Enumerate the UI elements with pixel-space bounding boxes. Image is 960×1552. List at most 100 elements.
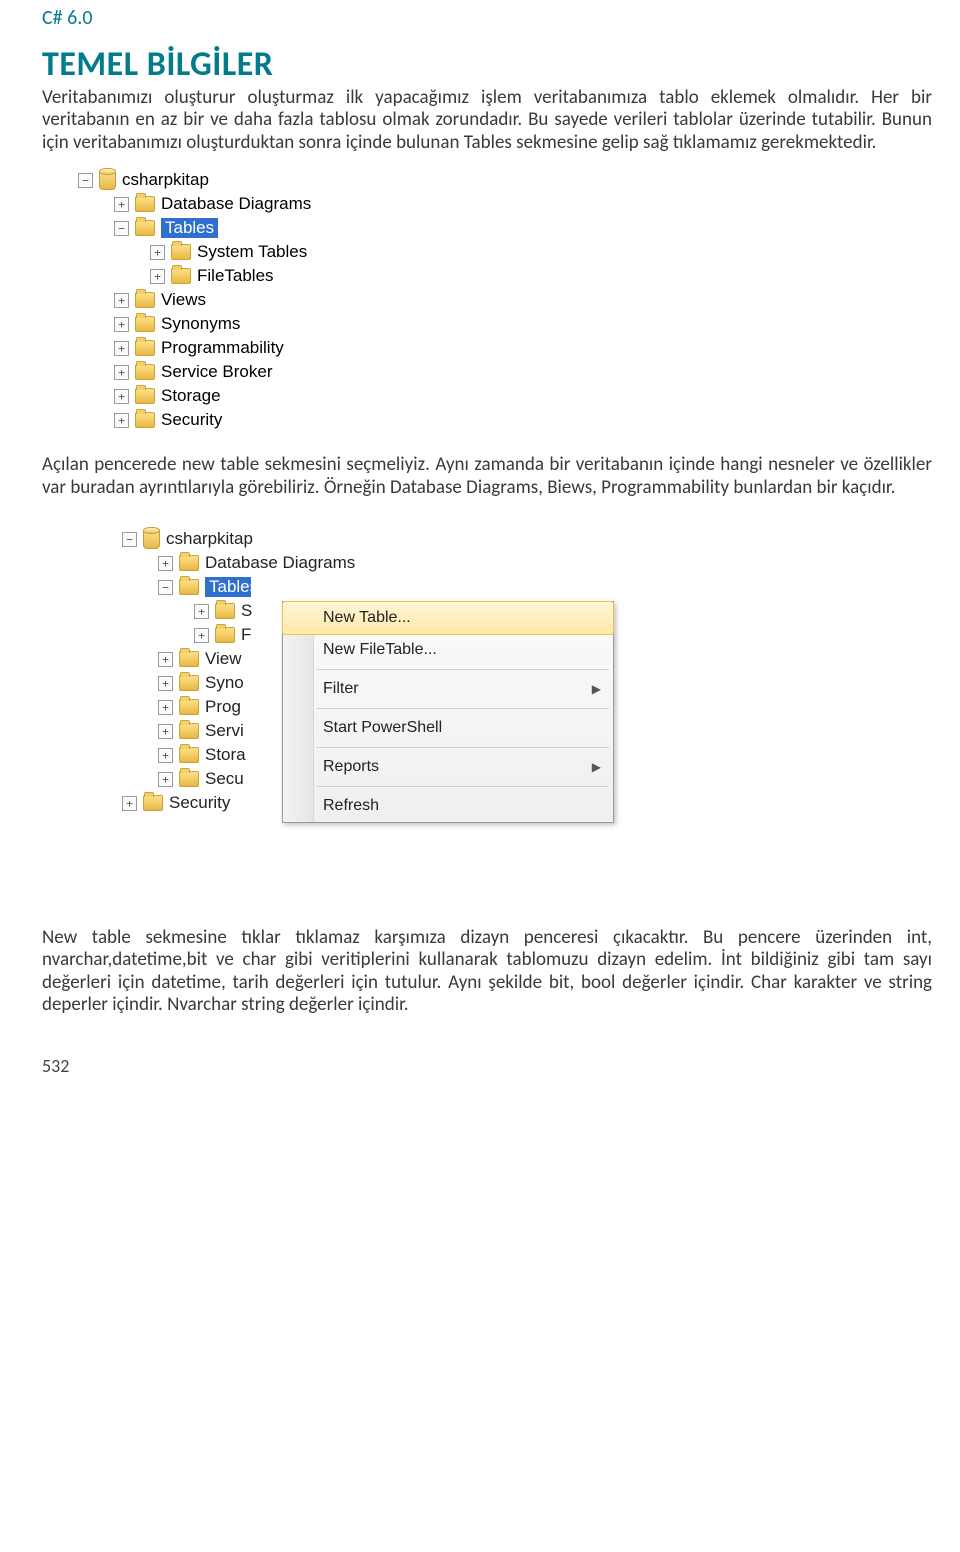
folder-icon (135, 340, 155, 356)
folder-icon (179, 771, 199, 787)
context-menu: New Table... New FileTable... Filter ▶ S… (282, 601, 614, 823)
tree-item-servicebroker[interactable]: + Service Broker (78, 360, 932, 384)
tree-item-synonyms[interactable]: + Synonyms (78, 312, 932, 336)
expand-icon[interactable]: + (194, 628, 209, 643)
expand-icon[interactable]: + (114, 389, 129, 404)
tree-label: Service Broker (161, 362, 272, 382)
menu-item-new-table[interactable]: New Table... (282, 601, 614, 635)
collapse-icon[interactable]: − (78, 173, 93, 188)
folder-icon (143, 795, 163, 811)
folder-icon (179, 555, 199, 571)
expand-icon[interactable]: + (158, 556, 173, 571)
expand-icon[interactable]: + (114, 293, 129, 308)
tree-label: Programmability (161, 338, 284, 358)
menu-separator (317, 786, 609, 787)
expand-icon[interactable]: + (122, 796, 137, 811)
menu-item-refresh[interactable]: Refresh (283, 790, 613, 822)
expand-icon[interactable]: + (158, 724, 173, 739)
tree-label: Security (161, 410, 222, 430)
menu-item-label: Refresh (323, 797, 379, 815)
tree-label: Syno (205, 673, 244, 693)
collapse-icon[interactable]: − (122, 532, 137, 547)
collapse-icon[interactable]: − (158, 580, 173, 595)
tree-item-systemtables[interactable]: + System Tables (78, 240, 932, 264)
book-header: C# 6.0 (42, 6, 932, 30)
tree-label-selected: Tables (205, 577, 251, 597)
database-icon (99, 170, 116, 190)
tree-root[interactable]: − csharpkitap (122, 527, 642, 551)
tree-label: F (241, 625, 251, 645)
tree-item-views[interactable]: + Views (78, 288, 932, 312)
folder-icon (135, 220, 155, 236)
tree-label: Synonyms (161, 314, 240, 334)
database-icon (143, 529, 160, 549)
tree-item-tables[interactable]: − Tables (78, 216, 932, 240)
tree-label: Security (169, 793, 230, 813)
expand-icon[interactable]: + (194, 604, 209, 619)
collapse-icon[interactable]: − (114, 221, 129, 236)
menu-item-start-powershell[interactable]: Start PowerShell (283, 712, 613, 744)
expand-icon[interactable]: + (150, 269, 165, 284)
tree-label: System Tables (197, 242, 307, 262)
paragraph-3: New table sekmesine tıklar tıklamaz karş… (42, 927, 932, 1017)
expand-icon[interactable]: + (158, 748, 173, 763)
expand-icon[interactable]: + (114, 317, 129, 332)
tree-item-tables[interactable]: − Tables (122, 575, 642, 599)
tree-label: View (205, 649, 242, 669)
tree-label: Prog (205, 697, 241, 717)
expand-icon[interactable]: + (158, 700, 173, 715)
folder-icon (179, 747, 199, 763)
tree-label: Database Diagrams (161, 194, 311, 214)
expand-icon[interactable]: + (114, 413, 129, 428)
menu-item-reports[interactable]: Reports ▶ (283, 751, 613, 783)
paragraph-2: Açılan pencerede new table sekmesini seç… (42, 454, 932, 499)
submenu-arrow-icon: ▶ (592, 682, 601, 696)
folder-icon (135, 412, 155, 428)
folder-icon (179, 723, 199, 739)
expand-icon[interactable]: + (114, 365, 129, 380)
tree-label: Database Diagrams (205, 553, 355, 573)
tree-root[interactable]: − csharpkitap (78, 168, 932, 192)
submenu-arrow-icon: ▶ (592, 760, 601, 774)
menu-item-label: Start PowerShell (323, 719, 442, 737)
tree-label-selected: Tables (161, 218, 218, 238)
folder-icon (215, 627, 235, 643)
menu-separator (317, 708, 609, 709)
folder-icon (179, 651, 199, 667)
tree-item-dbdiagrams[interactable]: + Database Diagrams (122, 551, 642, 575)
tree-item-storage[interactable]: + Storage (78, 384, 932, 408)
tree-label: Secu (205, 769, 244, 789)
expand-icon[interactable]: + (150, 245, 165, 260)
object-explorer-with-context-menu: − csharpkitap + Database Diagrams − Tabl… (122, 527, 642, 897)
folder-icon (179, 579, 199, 595)
tree-label: Servi (205, 721, 244, 741)
section-title: TEMEL BİLGİLER (42, 44, 932, 85)
tree-label: FileTables (197, 266, 274, 286)
menu-item-new-filetable[interactable]: New FileTable... (283, 634, 613, 666)
expand-icon[interactable]: + (114, 341, 129, 356)
expand-icon[interactable]: + (158, 772, 173, 787)
folder-icon (135, 388, 155, 404)
folder-icon (135, 364, 155, 380)
tree-label: Views (161, 290, 206, 310)
expand-icon[interactable]: + (158, 676, 173, 691)
expand-icon[interactable]: + (158, 652, 173, 667)
folder-icon (179, 699, 199, 715)
folder-icon (171, 244, 191, 260)
paragraph-1: Veritabanımızı oluşturur oluşturmaz ilk … (42, 87, 932, 154)
tree-item-dbdiagrams[interactable]: + Database Diagrams (78, 192, 932, 216)
tree-item-filetables[interactable]: + FileTables (78, 264, 932, 288)
tree-label: S (241, 601, 252, 621)
menu-item-label: New FileTable... (323, 641, 437, 659)
menu-separator (317, 747, 609, 748)
tree-item-security[interactable]: + Security (78, 408, 932, 432)
tree-label: csharpkitap (122, 170, 209, 190)
tree-label: csharpkitap (166, 529, 253, 549)
tree-item-programmability[interactable]: + Programmability (78, 336, 932, 360)
menu-item-label: Reports (323, 758, 379, 776)
folder-icon (135, 292, 155, 308)
expand-icon[interactable]: + (114, 197, 129, 212)
menu-item-filter[interactable]: Filter ▶ (283, 673, 613, 705)
folder-icon (171, 268, 191, 284)
menu-item-label: Filter (323, 680, 359, 698)
